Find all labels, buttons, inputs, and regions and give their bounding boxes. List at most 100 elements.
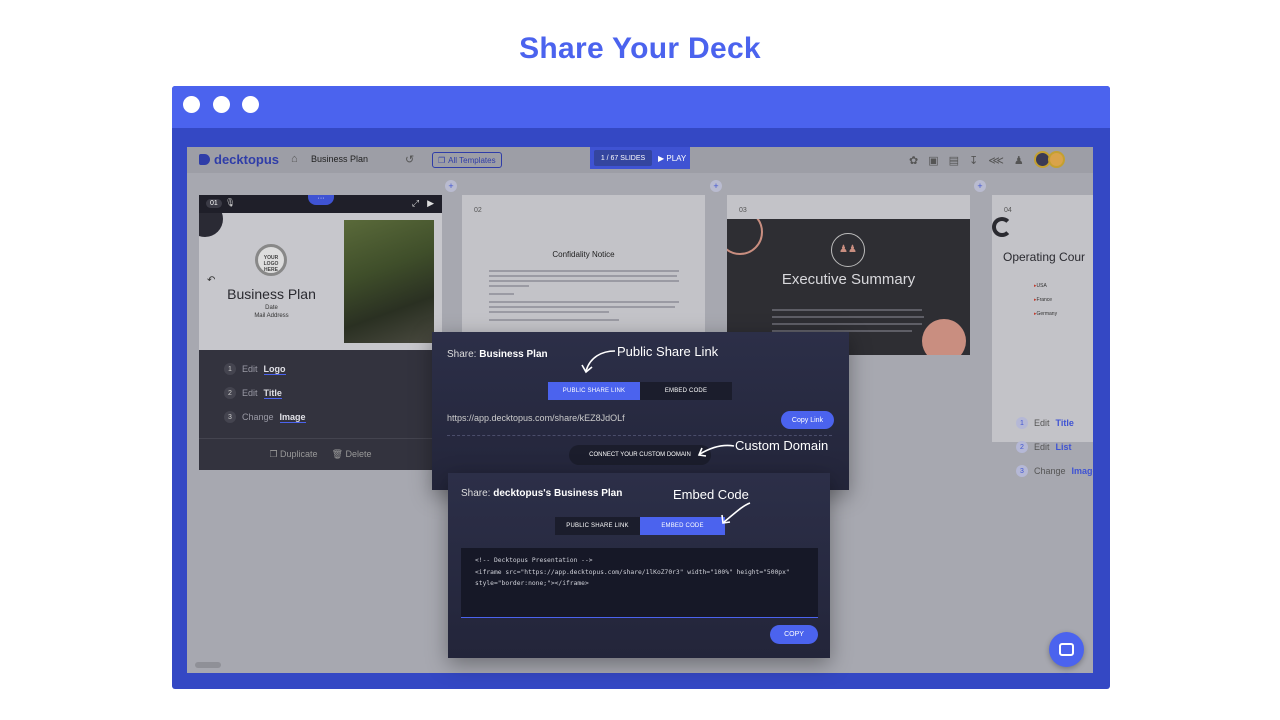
tab-public-share-link[interactable]: PUBLIC SHARE LINK: [555, 517, 640, 535]
edit-target[interactable]: Title: [263, 388, 282, 399]
deck-name[interactable]: Business Plan: [311, 154, 368, 164]
tab-public-share-link[interactable]: PUBLIC SHARE LINK: [548, 382, 640, 400]
edit-verb: Change: [1034, 466, 1066, 476]
arrow-icon: [721, 502, 751, 524]
edit-target[interactable]: Logo: [263, 364, 286, 375]
edit-target[interactable]: Title: [1056, 418, 1074, 428]
edit-verb: Edit: [242, 364, 258, 374]
edit-verb: Change: [242, 412, 274, 422]
microphone-icon[interactable]: 🎙: [225, 198, 235, 207]
drag-handle-icon[interactable]: ···: [308, 195, 334, 205]
deck-title: decktopus's Business Plan: [493, 488, 623, 499]
collaborator-avatars: [1034, 151, 1065, 168]
edit-target[interactable]: Image: [1072, 466, 1093, 476]
add-slide-icon[interactable]: +: [710, 180, 722, 192]
add-user-icon[interactable]: ♟: [1014, 154, 1024, 167]
step-number: 1: [224, 363, 236, 375]
team-icon: ♟♟: [831, 233, 865, 267]
horizontal-scrollbar[interactable]: [195, 662, 221, 668]
embed-code-box[interactable]: <!-- Decktopus Presentation --> <iframe …: [461, 548, 818, 618]
play-button[interactable]: ▶ PLAY: [658, 154, 686, 163]
title-prefix: Share:: [461, 488, 491, 499]
fullscreen-icon[interactable]: ⤢: [412, 198, 419, 209]
edit-actions: 1 Edit Title 2 Edit List 3 Change Image: [1016, 417, 1093, 489]
edit-list-action[interactable]: 2 Edit List: [1016, 441, 1093, 453]
logo-placeholder[interactable]: YOUR LOGO HERE: [255, 244, 287, 276]
decorative-ring: [992, 217, 1012, 237]
add-slide-icon[interactable]: +: [445, 180, 457, 192]
edit-verb: Edit: [1034, 418, 1050, 428]
window-dot-icon: [183, 96, 200, 113]
edit-logo-action[interactable]: 1 Edit Logo: [224, 363, 306, 375]
change-image-action[interactable]: 3 Change Image: [1016, 465, 1093, 477]
share-embed-modal: Share: decktopus's Business Plan PUBLIC …: [448, 473, 830, 658]
decktopus-logo-icon: [199, 154, 210, 165]
add-slide-icon[interactable]: +: [974, 180, 986, 192]
window-dot-icon: [213, 96, 230, 113]
slide-card-3[interactable]: 03 ♟♟ Executive Summary: [727, 195, 970, 355]
share-url[interactable]: https://app.decktopus.com/share/kEZ8JdOL…: [447, 413, 625, 423]
delete-button[interactable]: 🗑 Delete: [332, 449, 372, 460]
list-item[interactable]: USA: [1034, 283, 1047, 289]
app-logo[interactable]: decktopus: [199, 152, 279, 167]
decorative-shape: [922, 319, 966, 355]
list-item[interactable]: France: [1034, 297, 1053, 303]
edit-title-action[interactable]: 2 Edit Title: [224, 387, 306, 399]
copy-link-button[interactable]: Copy Link: [781, 411, 834, 429]
device-icon[interactable]: ▣: [928, 154, 938, 167]
slide-title[interactable]: Business Plan: [199, 286, 344, 302]
logo-text: decktopus: [214, 152, 280, 167]
text-line: [489, 270, 679, 272]
change-image-action[interactable]: 3 Change Image: [224, 411, 306, 423]
step-number: 3: [1016, 465, 1028, 477]
header-toolbar: ✿ ▣ ▤ ↧ ⋘ ♟: [909, 154, 1024, 167]
play-slide-icon[interactable]: ▶: [427, 198, 434, 209]
edit-target[interactable]: Image: [279, 412, 306, 423]
present-icon[interactable]: ▤: [949, 154, 959, 167]
home-icon[interactable]: ⌂: [291, 153, 298, 165]
text-line: [772, 309, 922, 311]
edit-title-action[interactable]: 1 Edit Title: [1016, 417, 1093, 429]
download-icon[interactable]: ↧: [969, 154, 978, 167]
all-templates-button[interactable]: ❐ All Templates: [432, 152, 502, 168]
list-item[interactable]: Germany: [1034, 311, 1058, 317]
slide-address[interactable]: Mail Address: [199, 313, 344, 319]
slide-canvas[interactable]: YOUR LOGO HERE Business Plan Date Mail A…: [199, 213, 442, 350]
slide-card-1[interactable]: 01 🎙 ⤢ ▶ ··· YOUR LOGO HERE Business Pla…: [199, 195, 442, 470]
tab-embed-code[interactable]: EMBED CODE: [640, 382, 732, 400]
text-line: [489, 301, 679, 303]
text-line: [489, 319, 619, 321]
slide-date[interactable]: Date: [199, 305, 344, 311]
copy-button[interactable]: COPY: [770, 625, 818, 644]
text-line: [489, 285, 529, 287]
step-number: 2: [224, 387, 236, 399]
step-number: 2: [1016, 441, 1028, 453]
history-icon[interactable]: ↺: [405, 153, 414, 166]
slide-count[interactable]: 1 / 67 SLIDES: [594, 150, 652, 166]
play-label: PLAY: [666, 153, 687, 163]
slide-title[interactable]: Operating Cour: [1003, 250, 1085, 264]
tab-embed-code[interactable]: EMBED CODE: [640, 517, 725, 535]
connect-custom-domain-button[interactable]: CONNECT YOUR CUSTOM DOMAIN: [569, 445, 711, 465]
text-line: [772, 323, 922, 325]
avatar[interactable]: [1048, 151, 1065, 168]
share-tabs: PUBLIC SHARE LINK EMBED CODE: [548, 382, 732, 400]
text-line: [489, 275, 677, 277]
share-icon[interactable]: ⋘: [988, 154, 1004, 167]
window-dot-icon: [242, 96, 259, 113]
slide-image[interactable]: [344, 220, 434, 343]
undo-icon[interactable]: ↶: [207, 275, 215, 286]
slide-title[interactable]: Confidality Notice: [462, 250, 705, 259]
delete-label: Delete: [345, 449, 372, 459]
theme-icon[interactable]: ✿: [909, 154, 918, 167]
edit-target[interactable]: List: [1056, 442, 1072, 452]
slide-title[interactable]: Executive Summary: [727, 271, 970, 288]
url-divider: [447, 435, 832, 436]
arrow-icon: [697, 444, 735, 457]
chat-support-button[interactable]: [1049, 632, 1084, 667]
text-line: [489, 311, 609, 313]
duplicate-button[interactable]: ❐ Duplicate: [269, 449, 317, 460]
slide-card-4[interactable]: 04 Operating Cour USA France Germany 1 E…: [992, 195, 1093, 477]
text-line: [489, 280, 679, 282]
browser-title-bar: [172, 86, 1110, 128]
